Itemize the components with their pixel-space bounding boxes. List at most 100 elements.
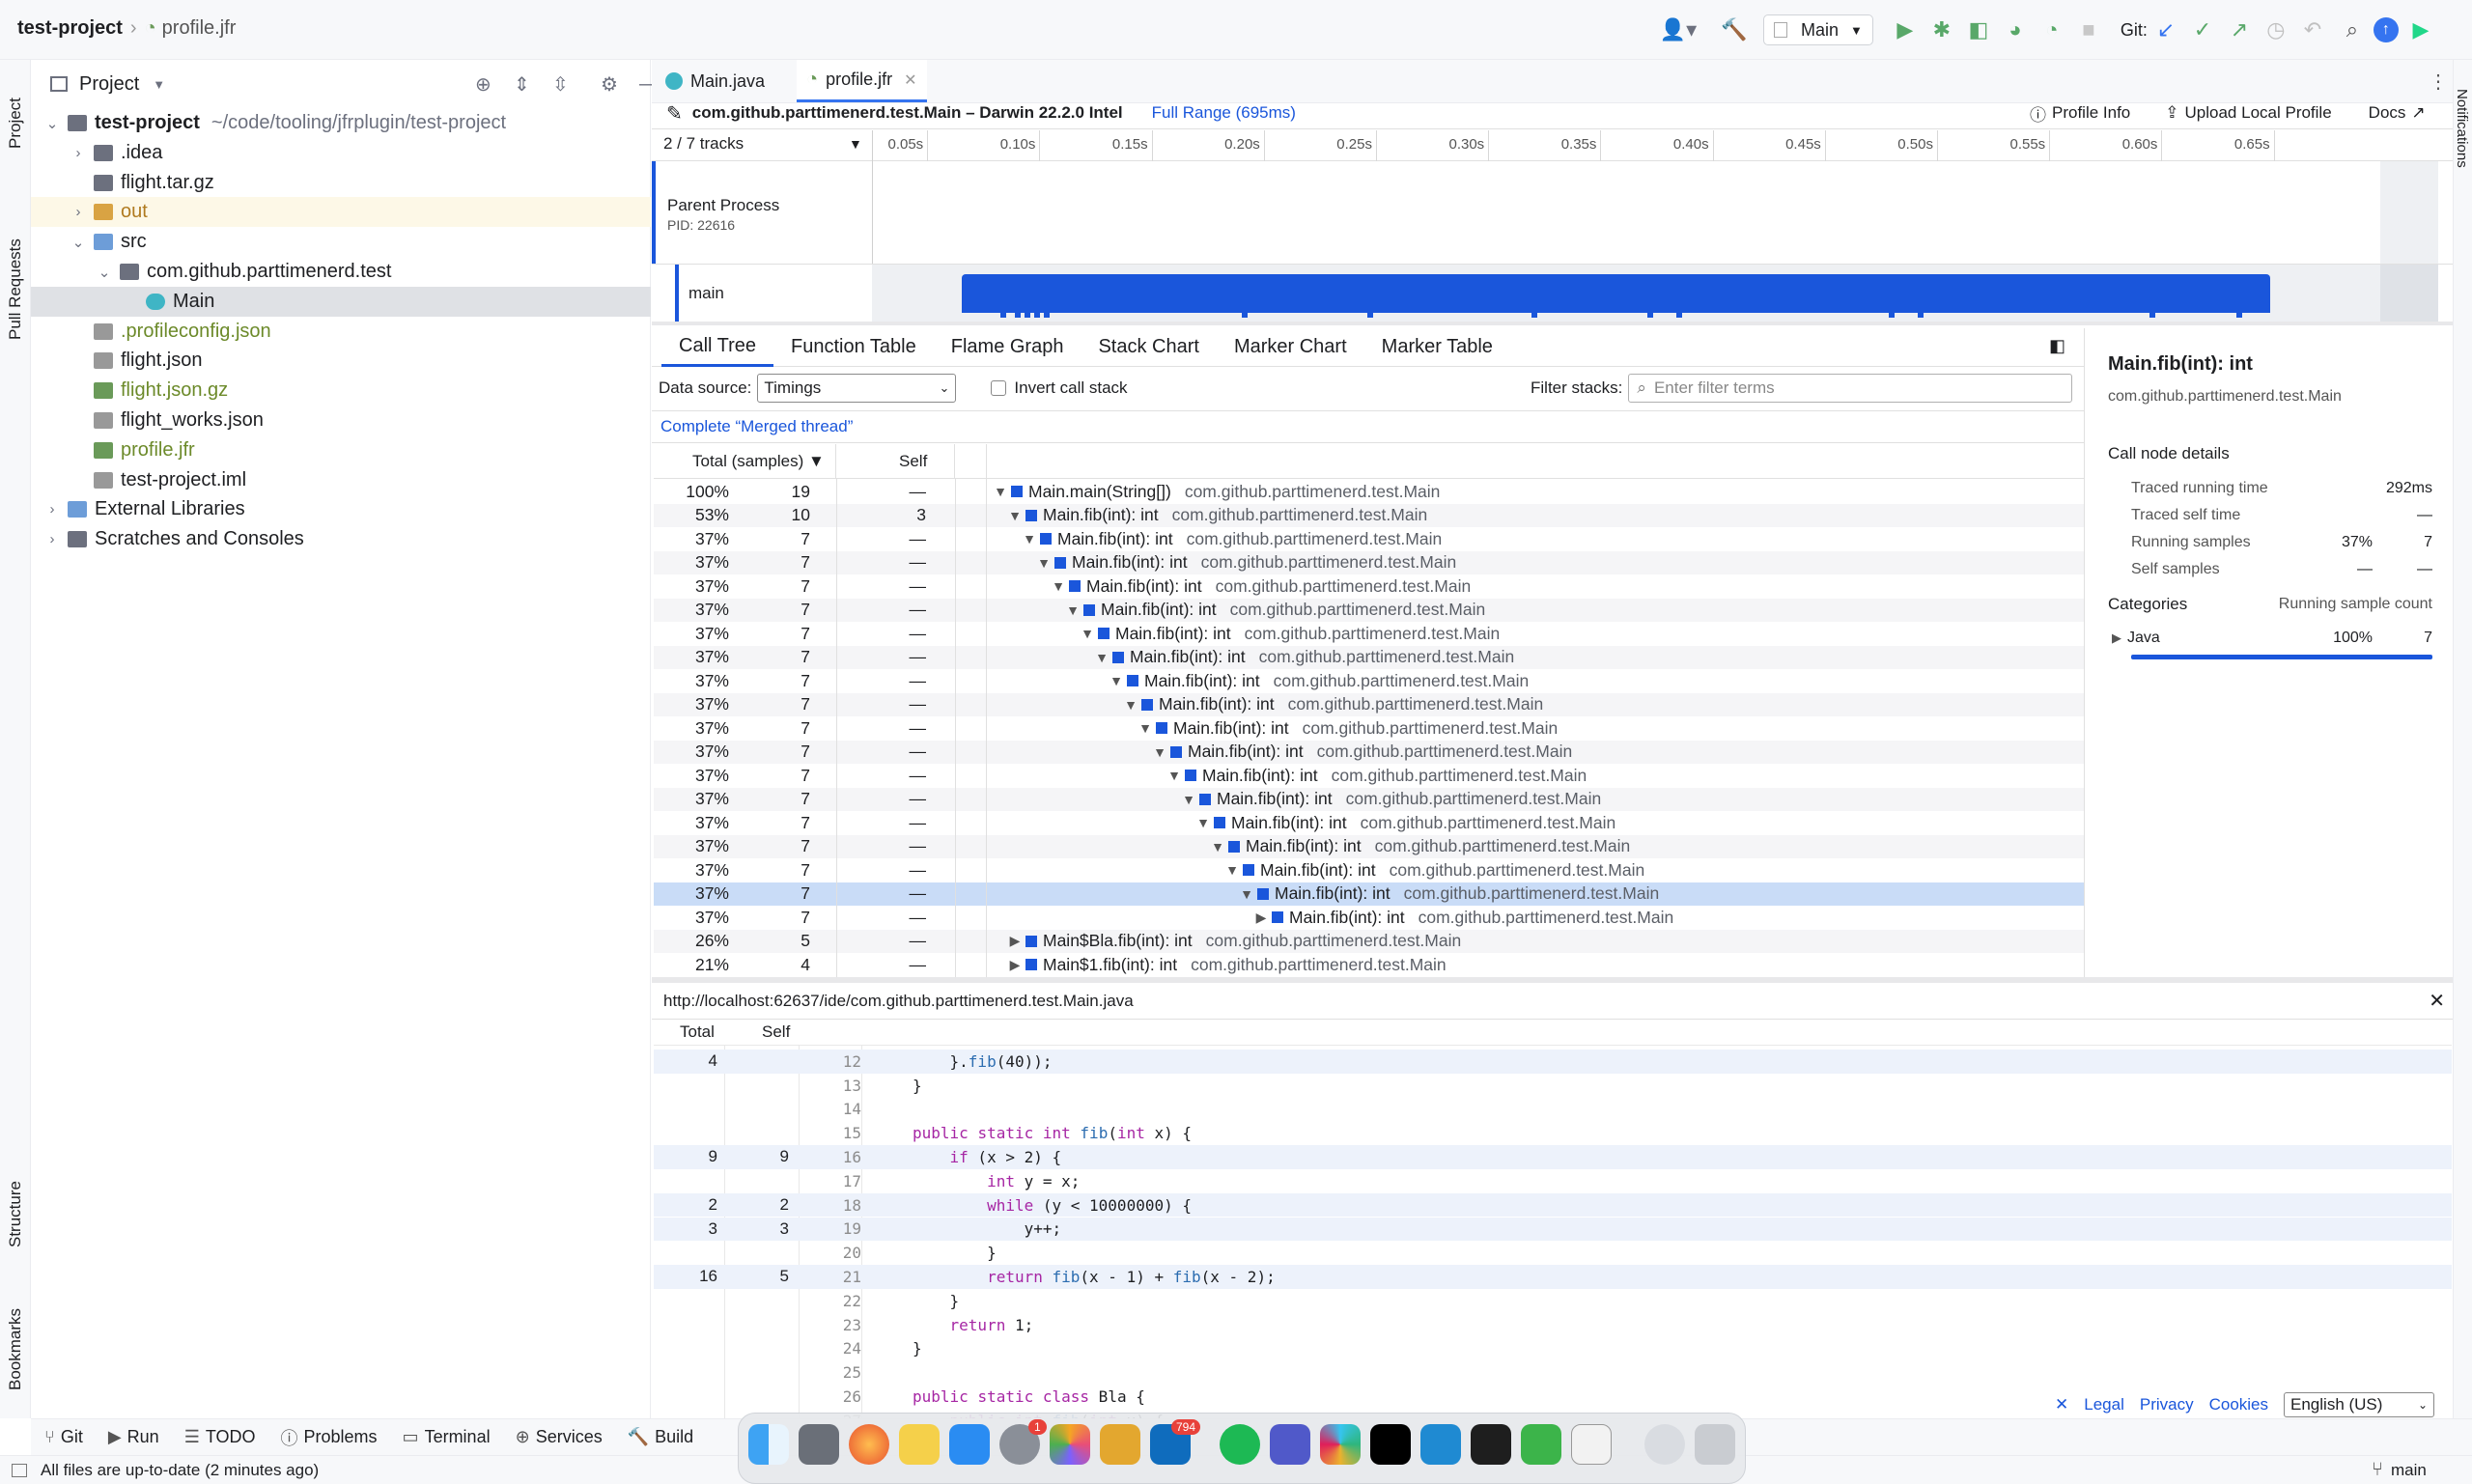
project-panel-title[interactable]: Project: [79, 73, 139, 96]
triangle-down-icon[interactable]: ▼: [1124, 697, 1138, 713]
tree-item-flight-json[interactable]: flight.json: [31, 346, 651, 376]
call-tree-row[interactable]: 37% 7— ▼ Main.fib(int): int com.github.partt…: [654, 787, 2084, 811]
close-icon[interactable]: ✕: [2429, 989, 2445, 1013]
profile-info-button[interactable]: Profile Info: [2052, 103, 2130, 123]
tree-item-main[interactable]: Main: [31, 286, 651, 317]
source-line[interactable]: 20 }: [654, 1241, 2452, 1265]
tab-marker-chart[interactable]: Marker Chart: [1217, 328, 1364, 367]
call-tree-row[interactable]: 100% 19— ▼ Main.main(String[]) com.github.pa…: [654, 480, 2084, 504]
call-tree-row[interactable]: 37% 7— ▼ Main.fib(int): int com.github.partt…: [654, 527, 2084, 551]
stop-icon[interactable]: ■: [2070, 17, 2107, 42]
triangle-down-icon[interactable]: ▼: [1138, 720, 1152, 736]
more-options-icon[interactable]: ⋮: [2429, 70, 2448, 94]
coverage-icon[interactable]: ◧: [1960, 17, 1997, 42]
filter-input[interactable]: ⌕ Enter filter terms: [1628, 374, 2073, 403]
source-line[interactable]: 17 int y = x;: [654, 1169, 2452, 1193]
upload-profile-button[interactable]: Upload Local Profile: [2185, 103, 2332, 123]
terminal-icon[interactable]: [1471, 1424, 1511, 1465]
expand-all-icon[interactable]: ⇕: [514, 72, 530, 97]
notes-icon[interactable]: [899, 1424, 940, 1465]
git-tool-tab[interactable]: ⑂ Git: [44, 1427, 83, 1447]
source-line[interactable]: 2 2 18 while (y < 10000000) {: [654, 1192, 2452, 1218]
current-file[interactable]: profile.jfr: [162, 17, 237, 40]
source-line[interactable]: 16 5 21 return fib(x - 1) + fib(x - 2);: [654, 1265, 2452, 1289]
triangle-down-icon[interactable]: ▼: [1153, 744, 1166, 760]
call-tree-row[interactable]: 26% 5— ▶ Main$Bla.fib(int): int com.github.p…: [654, 929, 2084, 953]
triangle-right-icon[interactable]: ▶: [1254, 910, 1268, 926]
search-icon[interactable]: ⌕: [2331, 17, 2374, 42]
tree-item-package[interactable]: ⌄ com.github.parttimenerd.test: [31, 257, 651, 287]
trash-icon[interactable]: [1695, 1424, 1735, 1465]
services-tool-tab[interactable]: ⊕ Services: [516, 1427, 603, 1447]
triangle-down-icon[interactable]: ▼: [994, 484, 1007, 499]
build-tool-tab[interactable]: 🔨 Build: [628, 1427, 693, 1447]
triangle-right-icon[interactable]: ▶: [1008, 933, 1022, 949]
git-rollback-icon[interactable]: ↶: [2294, 17, 2331, 42]
structure-tool-button[interactable]: Structure: [6, 1161, 25, 1247]
tree-item-test-project[interactable]: ⌄ test-project ~/code/tooling/jfrplugin/te…: [31, 108, 651, 138]
triangle-down-icon[interactable]: ▼: [1052, 578, 1065, 594]
call-tree-row[interactable]: 37% 7— ▼ Main.fib(int): int com.github.partt…: [654, 858, 2084, 882]
firefox-icon[interactable]: [849, 1424, 889, 1465]
col-total[interactable]: Total (samples) ▼: [692, 452, 825, 471]
tree-item-scratches[interactable]: › Scratches and Consoles: [31, 524, 651, 554]
numbers-icon[interactable]: [1521, 1424, 1561, 1465]
triangle-down-icon[interactable]: ▼: [1167, 768, 1181, 783]
project-name[interactable]: test-project: [17, 17, 123, 40]
call-tree-row[interactable]: 37% 7— ▼ Main.fib(int): int com.github.partt…: [654, 811, 2084, 835]
inkscape-icon[interactable]: [1571, 1424, 1612, 1465]
tree-item-iml[interactable]: test-project.iml: [31, 465, 651, 495]
chevron-icon[interactable]: ›: [69, 145, 88, 161]
terminal-tool-tab[interactable]: ▭ Terminal: [403, 1427, 491, 1447]
chevron-icon[interactable]: ⌄: [42, 115, 62, 132]
invert-checkbox[interactable]: [991, 380, 1007, 396]
parent-process-track[interactable]: Parent Process PID: 22616: [652, 161, 2453, 264]
photos-icon[interactable]: [1050, 1424, 1090, 1465]
tree-item-flight-works[interactable]: flight_works.json: [31, 406, 651, 435]
pull-requests-tool-button[interactable]: Pull Requests: [6, 176, 25, 340]
teams-icon[interactable]: [1270, 1424, 1310, 1465]
git-history-icon[interactable]: ◷: [2258, 17, 2294, 42]
main-thread-track[interactable]: main: [652, 264, 2453, 322]
run-tool-tab[interactable]: ▶ Run: [108, 1427, 159, 1447]
triangle-down-icon[interactable]: ▼: [1095, 650, 1109, 665]
call-tree-row[interactable]: 37% 7— ▼ Main.fib(int): int com.github.partt…: [654, 622, 2084, 646]
language-select[interactable]: English (US) ⌄: [2284, 1392, 2435, 1417]
call-tree-row[interactable]: 37% 7— ▼ Main.fib(int): int com.github.partt…: [654, 764, 2084, 788]
todo-tool-tab[interactable]: ☰ TODO: [184, 1427, 256, 1447]
triangle-right-icon[interactable]: ▶: [1008, 957, 1022, 973]
tree-item-flight-json-gz[interactable]: flight.json.gz: [31, 376, 651, 406]
triangle-down-icon[interactable]: ▼: [1196, 815, 1210, 830]
keychain-icon[interactable]: [1100, 1424, 1140, 1465]
call-tree-row[interactable]: 37% 7— ▼ Main.fib(int): int com.github.partt…: [654, 574, 2084, 599]
call-tree-row[interactable]: 21% 4— ▶ Main$1.fib(int): int com.github.par…: [654, 953, 2084, 977]
sidebar-toggle-icon[interactable]: ◧: [2049, 336, 2065, 356]
source-line[interactable]: 3 3 19 y++;: [654, 1217, 2452, 1242]
app-store-icon[interactable]: [949, 1424, 990, 1465]
collapse-all-icon[interactable]: ⇳: [552, 72, 569, 97]
call-tree-row[interactable]: 37% 7— ▼ Main.fib(int): int com.github.partt…: [654, 669, 2084, 693]
triangle-down-icon[interactable]: ▼: [1182, 792, 1195, 807]
data-source-select[interactable]: Timings ⌄: [757, 374, 957, 403]
bookmarks-tool-button[interactable]: Bookmarks: [6, 1294, 25, 1390]
triangle-down-icon[interactable]: ▼: [1225, 862, 1239, 878]
intellij-icon[interactable]: [1370, 1424, 1411, 1465]
locate-icon[interactable]: ⊕: [475, 72, 492, 97]
tab-stack-chart[interactable]: Stack Chart: [1081, 328, 1216, 367]
finder-icon[interactable]: [748, 1424, 789, 1465]
debug-icon[interactable]: ✱: [1924, 17, 1960, 42]
triangle-down-icon[interactable]: ▼: [1240, 886, 1253, 902]
call-tree-row[interactable]: 37% 7— ▶ Main.fib(int): int com.github.partt…: [654, 906, 2084, 930]
full-range-button[interactable]: Full Range (695ms): [1152, 103, 1296, 123]
tracks-selector[interactable]: 2 / 7 tracks ▼: [663, 134, 862, 154]
call-tree-row[interactable]: 37% 7— ▼ Main.fib(int): int com.github.partt…: [654, 740, 2084, 764]
git-update-icon[interactable]: ↙: [2148, 17, 2184, 42]
triangle-down-icon[interactable]: ▼: [1008, 508, 1022, 523]
gear-icon[interactable]: ⚙: [601, 72, 618, 97]
docs-button[interactable]: Docs: [2369, 103, 2406, 123]
call-tree-row[interactable]: 37% 7— ▼ Main.fib(int): int com.github.partt…: [654, 645, 2084, 669]
call-tree-row[interactable]: 37% 7— ▼ Main.fib(int): int com.github.partt…: [654, 834, 2084, 858]
project-tool-button[interactable]: Project: [6, 71, 25, 149]
tree-item-src[interactable]: ⌄ src: [31, 227, 651, 257]
tree-item-external-libraries[interactable]: › External Libraries: [31, 494, 651, 524]
